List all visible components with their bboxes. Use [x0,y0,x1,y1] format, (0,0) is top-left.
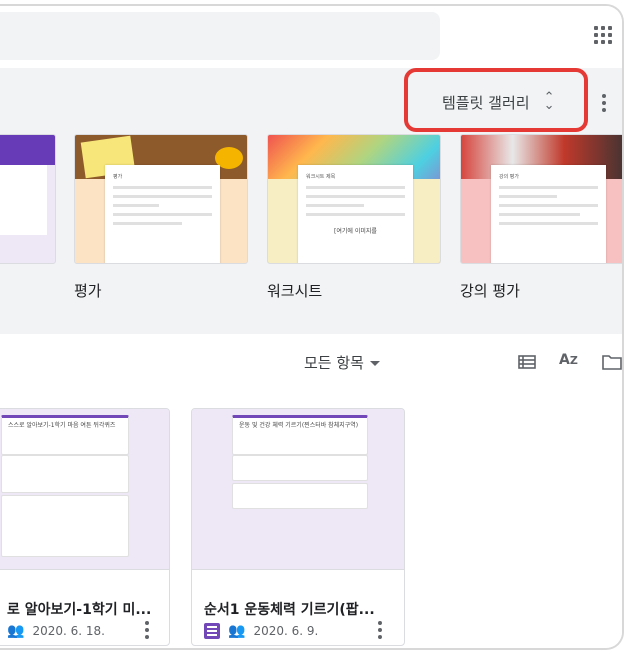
caret-down-icon [369,361,380,366]
preview-heading: 스스로 알아보기-1학기 마음 여튼 뒤각퀴즈 [8,422,116,429]
top-bar [0,6,622,69]
form-title: 로 알아보기-1학기 미... [7,602,152,618]
form-date: 2020. 6. 18. [32,624,105,638]
template-blank[interactable] [0,134,56,264]
form-meta: 👥 2020. 6. 18. [7,623,105,639]
template-thumbnail: 워크시트 제목 [여기에 이미지를 [267,134,441,264]
template-evaluation[interactable]: 평가 평가 [74,134,248,301]
template-name: 강의 평가 [460,282,520,300]
template-thumbnail: 평가 [74,134,248,264]
recent-forms-section: 모든 항목 AZ 스스로 알아보기-1학기 마음 여튼 뒤각퀴즈 로 알아보기-… [0,334,622,648]
more-vert-icon[interactable] [602,94,606,112]
list-view-icon[interactable] [518,354,536,374]
template-section: 템플릿 갤러리 ⌃ ⌄ 평가 평가 워크시트 제목 [여기에 이미지를 워크시트… [0,68,622,334]
form-preview: 스스로 알아보기-1학기 마음 여튼 뒤각퀴즈 [0,409,169,570]
form-title: 순서1 운동체력 기르기(팝... [204,602,375,618]
form-preview: 운동 및 건강 체력 기르기(찐스터바 참체지구역) [192,409,404,570]
shared-people-icon: 👥 [7,623,25,639]
recent-form-card[interactable]: 운동 및 건강 체력 기르기(찐스터바 참체지구역) 순서1 운동체력 기르기(… [191,408,405,646]
template-name: 평가 [74,282,102,300]
paper-title: 워크시트 제목 [306,174,336,180]
sort-az-icon[interactable]: AZ [559,352,578,368]
more-vert-icon[interactable] [378,621,382,639]
paper-title: 강의 평가 [499,174,519,180]
search-bar[interactable] [0,12,440,60]
highlight-box [404,68,588,132]
owner-filter-label: 모든 항목 [304,354,364,372]
form-date: 2020. 6. 9. [253,624,319,638]
paper-caption: [여기에 이미지를 [334,228,377,235]
form-meta: 👥 2020. 6. 9. [204,623,318,639]
template-name: 워크시트 [267,282,323,300]
forms-home-window: 템플릿 갤러리 ⌃ ⌄ 평가 평가 워크시트 제목 [여기에 이미지를 워크시트… [0,4,624,650]
template-course-evaluation[interactable]: 강의 평가 강의 평가 [460,134,622,301]
shared-people-icon: 👥 [228,623,246,639]
owner-filter-dropdown[interactable]: 모든 항목 [304,352,380,373]
paper-title: 평가 [113,174,123,180]
google-forms-icon [204,623,220,639]
recent-form-card[interactable]: 스스로 알아보기-1학기 마음 여튼 뒤각퀴즈 로 알아보기-1학기 미... … [0,408,170,646]
template-thumbnail: 강의 평가 [460,134,622,264]
apps-grid-icon[interactable] [592,24,614,46]
template-thumbnail [0,134,56,264]
folder-icon[interactable] [602,354,622,374]
preview-heading: 운동 및 건강 체력 기르기(찐스터바 참체지구역) [239,422,359,429]
template-worksheet[interactable]: 워크시트 제목 [여기에 이미지를 워크시트 [267,134,441,301]
more-vert-icon[interactable] [145,621,149,639]
